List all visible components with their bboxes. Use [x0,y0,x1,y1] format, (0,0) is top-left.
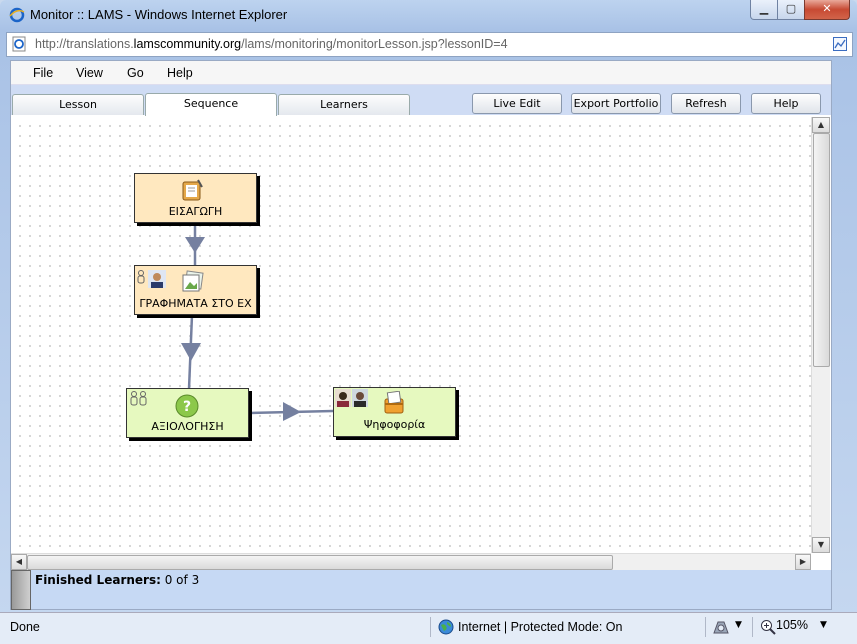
live-edit-button[interactable]: Live Edit [472,93,562,114]
refresh-button[interactable]: Refresh [671,93,741,114]
learner-avatar [148,270,166,288]
finished-learners-text: Finished Learners: 0 of 3 [35,573,199,587]
menu-help[interactable]: Help [167,66,193,80]
horizontal-scroll-thumb[interactable] [27,555,613,570]
sequence-canvas[interactable]: ΕΙΣΑΓΩΓΗ ΓΡΑΦΗΜΑΤΑ ΣΤΟ ΕΧ ? ΑΞΙΟΛΟΓΗΣΗ Ψ… [11,117,811,553]
question-icon: ? [175,394,199,418]
arrowhead-2-3 [181,343,201,361]
status-done: Done [10,620,40,634]
address-bar[interactable]: http://translations.lamscommunity.org/la… [6,32,853,57]
title-bar: Monitor :: LAMS - Windows Internet Explo… [0,0,857,30]
status-separator [705,617,706,637]
protected-mode-icon[interactable] [712,619,730,635]
status-bar: Done Internet | Protected Mode: On ▼ 105… [0,612,857,644]
voting-icon [384,391,404,414]
url-text[interactable]: http://translations.lamscommunity.org/la… [35,37,508,51]
horizontal-scrollbar[interactable]: ◀ ▶ [11,553,811,570]
url-prefix: http://translations. [35,37,134,51]
menu-bar: File View Go Help [11,61,831,85]
page-icon [12,36,26,52]
minimize-button[interactable]: ▁ [750,0,778,20]
tab-sequence[interactable]: Sequence [145,93,277,116]
close-button[interactable]: ✕ [804,0,850,20]
status-separator [430,617,431,637]
tab-learners[interactable]: Learners [278,94,410,115]
export-portfolio-button[interactable]: Export Portfolio [571,93,661,114]
arrow-down-icon: ▼ [817,540,825,549]
security-zone[interactable]: Internet | Protected Mode: On [458,620,622,634]
vertical-scroll-thumb[interactable] [813,133,830,367]
menu-go[interactable]: Go [127,66,144,80]
menu-file[interactable]: File [33,66,53,80]
svg-text:?: ? [183,399,191,415]
arrow-left-icon: ◀ [15,557,23,566]
arrow-right-icon: ▶ [799,557,807,566]
url-suffix: /lams/monitoring/monitorLesson.jsp?lesso… [241,37,508,51]
compatibility-view-icon[interactable] [832,36,848,52]
activity-label: ΑΞΙΟΛΟΓΗΣΗ [151,420,224,433]
zoom-level[interactable]: 105% [776,618,808,632]
activity-psifoforia[interactable]: Ψηφοφορία [333,387,456,437]
image-gallery-icon [182,270,204,292]
vertical-scrollbar[interactable]: ▲ ▼ [811,117,830,553]
url-domain: lamscommunity.org [133,37,242,51]
maximize-icon: ▢ [785,2,797,15]
activity-grafimata[interactable]: ΓΡΑΦΗΜΑΤΑ ΣΤΟ ΕΧ [134,265,257,315]
scroll-down-button[interactable]: ▼ [812,537,830,553]
maximize-button[interactable]: ▢ [777,0,805,20]
arrowhead-3-4 [283,402,301,421]
arrowhead-1-2 [185,237,205,253]
activity-label: Ψηφοφορία [363,418,426,431]
learner-slot-icon [137,270,145,284]
arrow-up-icon: ▲ [817,120,825,129]
learner-slots-icon [130,391,147,406]
zoom-icon[interactable] [760,619,776,635]
ie-logo-icon [9,7,25,23]
close-icon: ✕ [822,2,832,15]
chevron-down-icon[interactable]: ▼ [735,620,742,630]
noticeboard-icon [182,179,203,201]
learner-avatar [335,389,351,407]
tab-bar: Lesson Sequence Learners Live Edit Expor… [11,85,831,116]
monitor-content: File View Go Help Lesson Sequence Learne… [10,60,832,610]
scroll-up-button[interactable]: ▲ [812,117,830,133]
transition-arrows [181,223,334,421]
activity-axiologisi[interactable]: ? ΑΞΙΟΛΟΓΗΣΗ [126,388,249,438]
help-button[interactable]: Help [751,93,821,114]
window-title: Monitor :: LAMS - Windows Internet Explo… [30,7,288,22]
learner-avatar [352,389,368,407]
status-separator [752,617,753,637]
finished-learners-label: Finished Learners: [35,573,161,587]
browser-window: Monitor :: LAMS - Windows Internet Explo… [0,0,857,644]
scroll-right-button[interactable]: ▶ [795,554,811,570]
tab-lesson[interactable]: Lesson [12,94,144,115]
finished-learners-bar: Finished Learners: 0 of 3 [11,570,831,610]
finished-learners-count: 0 of 3 [164,573,200,587]
activity-label: ΕΙΣΑΓΩΓΗ [168,205,223,218]
activity-label: ΓΡΑΦΗΜΑΤΑ ΣΤΟ ΕΧ [139,297,252,310]
menu-view[interactable]: View [76,66,103,80]
minimize-icon: ▁ [759,2,769,15]
zoom-chevron-down-icon[interactable]: ▼ [820,620,827,630]
learners-panel-handle[interactable] [11,570,31,610]
activity-eisagogi[interactable]: ΕΙΣΑΓΩΓΗ [134,173,257,223]
scroll-left-button[interactable]: ◀ [11,554,27,570]
globe-icon [438,619,454,635]
